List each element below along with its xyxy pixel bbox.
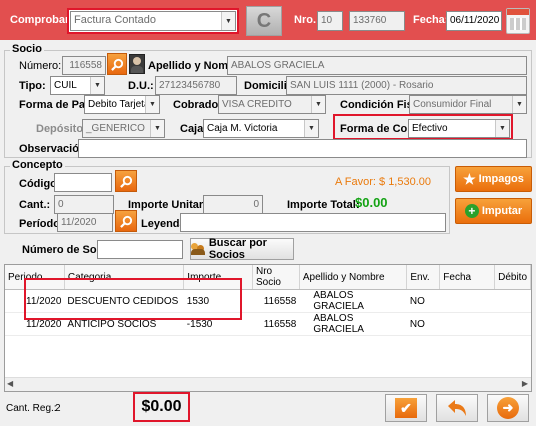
buscar-socios-button[interactable]: Buscar por Socios xyxy=(190,237,294,261)
du-field[interactable]: 27123456780 xyxy=(155,76,237,95)
numero-label: Número: xyxy=(19,60,62,72)
forma-pago-select[interactable]: Debito Tarjeta ▼ xyxy=(84,95,160,114)
cell-apellido: ABALOS GRACIELA xyxy=(299,289,407,313)
chevron-down-icon[interactable]: ▼ xyxy=(495,120,509,137)
concepto-section-title: Concepto xyxy=(10,159,65,171)
importe-total-value: $0.00 xyxy=(355,195,388,210)
nro-label: Nro.: xyxy=(294,14,320,26)
buscar-socios-label: Buscar por Socios xyxy=(208,237,267,261)
rows-highlight xyxy=(24,278,242,320)
caja-value: Caja M. Victoria xyxy=(207,123,278,134)
cant-field[interactable]: 0 xyxy=(54,195,114,214)
tipo-label: Tipo: xyxy=(19,80,46,92)
search-icon xyxy=(119,215,132,228)
importe-total-label: Importe Total: xyxy=(287,199,360,211)
imputar-label: Imputar xyxy=(481,205,523,217)
horizontal-scrollbar[interactable]: ◀ ▶ xyxy=(5,377,531,391)
socio-section-title: Socio xyxy=(10,43,44,55)
calendar-icon[interactable] xyxy=(506,8,530,34)
imputar-button[interactable]: + Imputar xyxy=(455,198,532,224)
observacion-field[interactable] xyxy=(78,139,527,158)
codigo-field[interactable] xyxy=(54,173,112,192)
cell-apellido: ABALOS GRACIELA xyxy=(299,312,407,336)
search-periodo-button[interactable] xyxy=(115,210,137,232)
cell-env: NO xyxy=(406,312,440,336)
chevron-down-icon[interactable]: ▼ xyxy=(304,120,318,137)
cell-env: NO xyxy=(406,289,440,313)
cant-reg-label: Cant. Reg.: xyxy=(6,403,57,414)
arrow-right-icon: ➜ xyxy=(497,397,519,419)
forma-cobro-select[interactable]: Efectivo ▼ xyxy=(408,119,510,138)
nro-prefix-field[interactable]: 10 xyxy=(317,11,343,31)
cell-fecha xyxy=(439,312,495,336)
nro-field[interactable]: 133760 xyxy=(349,11,405,31)
chevron-down-icon[interactable]: ▼ xyxy=(90,77,104,94)
column-header[interactable]: Fecha xyxy=(439,265,496,290)
leyenda-field[interactable] xyxy=(180,213,446,232)
column-header[interactable]: Apellido y Nombre xyxy=(299,265,408,290)
undo-arrow-icon xyxy=(448,400,466,416)
forma-pago-value: Debito Tarjeta xyxy=(88,99,150,110)
deposito-label: Depósito: xyxy=(36,123,87,135)
add-icon: + xyxy=(464,204,479,218)
chevron-down-icon[interactable]: ▼ xyxy=(311,96,325,113)
forma-cobro-value: Efectivo xyxy=(412,123,448,134)
apellido-field[interactable]: ABALOS GRACIELA xyxy=(227,56,527,75)
cobrador-value: VISA CREDITO xyxy=(222,99,292,110)
caja-select[interactable]: Caja M. Victoria ▼ xyxy=(203,119,319,138)
cant-reg-value: 2 xyxy=(55,403,61,414)
cell-debito xyxy=(494,312,531,336)
refresh-button[interactable]: C xyxy=(246,6,282,36)
cell-nro-socio: 116558 xyxy=(252,289,300,313)
impagos-label: Impagos xyxy=(478,173,524,185)
deposito-value: _GENERICO xyxy=(86,123,145,134)
total-value: $0.00 xyxy=(141,398,182,415)
cant-label: Cant.: xyxy=(19,199,51,211)
deposito-select[interactable]: _GENERICO ▼ xyxy=(82,119,165,138)
cell-debito xyxy=(494,289,531,313)
search-socio-button[interactable] xyxy=(107,53,127,75)
numero-field[interactable]: 116558 xyxy=(62,56,106,75)
users-icon xyxy=(191,243,205,255)
domicilio-field[interactable]: SAN LUIS 1111 (2000) - Rosario xyxy=(286,76,527,95)
column-header[interactable]: Env. xyxy=(406,265,441,290)
tipo-select[interactable]: CUIL ▼ xyxy=(50,76,105,95)
periodo-field[interactable]: 11/2020 xyxy=(57,213,113,232)
column-header[interactable]: Nro Socio xyxy=(252,265,300,290)
confirm-button[interactable]: ✔ xyxy=(385,394,427,422)
fecha-field[interactable]: 06/11/2020 xyxy=(446,11,502,31)
numero-socio-field[interactable] xyxy=(97,240,183,259)
checkmark-icon: ✔ xyxy=(395,398,417,418)
chevron-down-icon[interactable]: ▼ xyxy=(145,96,159,113)
impagos-button[interactable]: ★ Impagos xyxy=(455,166,532,192)
comprobante-value: Factura Contado xyxy=(74,14,156,26)
undo-button[interactable] xyxy=(436,394,478,422)
scroll-right-icon[interactable]: ▶ xyxy=(522,379,528,388)
chevron-down-icon[interactable]: ▼ xyxy=(221,12,235,30)
refresh-icon: C xyxy=(256,9,272,32)
cell-fecha xyxy=(439,289,495,313)
socio-photo-avatar xyxy=(129,54,145,74)
a-favor-text: A Favor: $ 1,530.00 xyxy=(335,176,432,188)
column-header[interactable]: Débito xyxy=(494,265,531,290)
search-icon xyxy=(110,58,123,71)
comprobante-select[interactable]: Factura Contado ▼ xyxy=(70,11,236,31)
cell-nro-socio: 116558 xyxy=(252,312,300,336)
next-button[interactable]: ➜ xyxy=(487,394,529,422)
star-icon: ★ xyxy=(463,170,476,187)
total-box: $0.00 xyxy=(133,392,190,422)
condicion-select[interactable]: Consumidor Final ▼ xyxy=(409,95,527,114)
scroll-left-icon[interactable]: ◀ xyxy=(7,379,13,388)
tipo-value: CUIL xyxy=(54,80,77,91)
search-icon xyxy=(119,175,132,188)
chevron-down-icon[interactable]: ▼ xyxy=(512,96,526,113)
fecha-label: Fecha: xyxy=(413,14,449,26)
importe-unit-field[interactable]: 0 xyxy=(203,195,263,214)
du-label: D.U.: xyxy=(128,80,154,92)
search-codigo-button[interactable] xyxy=(115,170,137,192)
condicion-value: Consumidor Final xyxy=(413,99,492,110)
chevron-down-icon[interactable]: ▼ xyxy=(150,120,164,137)
cobrador-select[interactable]: VISA CREDITO ▼ xyxy=(218,95,326,114)
